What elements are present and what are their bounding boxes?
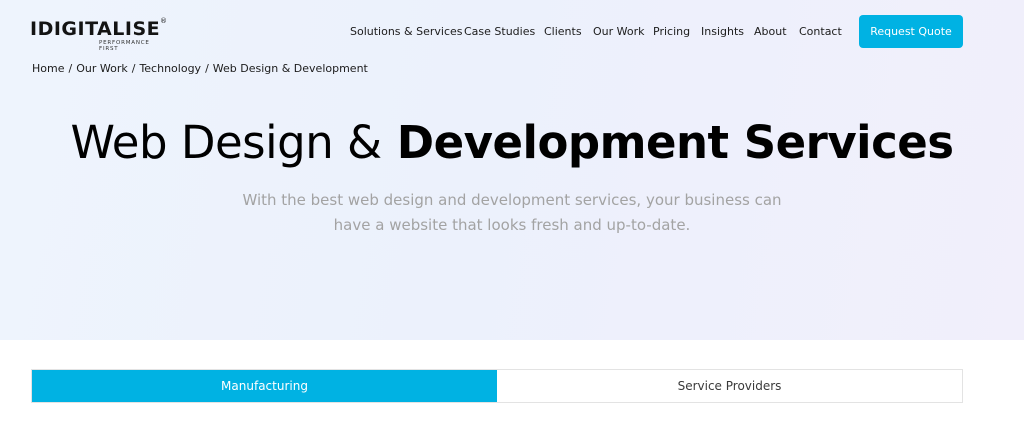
breadcrumb-separator: / — [205, 62, 209, 75]
page-title-light: Web Design & — [70, 116, 382, 169]
breadcrumb-home[interactable]: Home — [32, 62, 64, 75]
nav-insights[interactable]: Insights — [701, 25, 744, 38]
page-title: Web Design & Development Services — [0, 113, 1024, 173]
tab-service-providers[interactable]: Service Providers — [497, 370, 962, 402]
nav-pricing[interactable]: Pricing — [653, 25, 690, 38]
tab-manufacturing[interactable]: Manufacturing — [32, 370, 497, 402]
industry-tabs: Manufacturing Service Providers — [31, 369, 963, 403]
breadcrumb-current: Web Design & Development — [212, 62, 368, 75]
nav-our-work[interactable]: Our Work — [593, 25, 645, 38]
nav-contact[interactable]: Contact — [799, 25, 842, 38]
breadcrumb-technology[interactable]: Technology — [139, 62, 201, 75]
hero-subtitle: With the best web design and development… — [0, 188, 1024, 238]
hero-subtitle-line-2: have a website that looks fresh and up-t… — [333, 216, 691, 234]
nav-clients[interactable]: Clients — [544, 25, 582, 38]
page-title-bold: Development Services — [396, 116, 954, 169]
request-quote-button[interactable]: Request Quote — [859, 15, 963, 48]
nav-about[interactable]: About — [754, 25, 787, 38]
nav-solutions-services[interactable]: Solutions & Services — [350, 25, 463, 38]
nav-case-studies[interactable]: Case Studies — [464, 25, 535, 38]
breadcrumb-separator: / — [131, 62, 136, 75]
breadcrumb-our-work[interactable]: Our Work — [76, 62, 128, 75]
breadcrumb-separator: / — [68, 62, 73, 75]
breadcrumb: Home / Our Work / Technology / Web Desig… — [32, 62, 368, 75]
hero-subtitle-line-1: With the best web design and development… — [242, 191, 782, 209]
